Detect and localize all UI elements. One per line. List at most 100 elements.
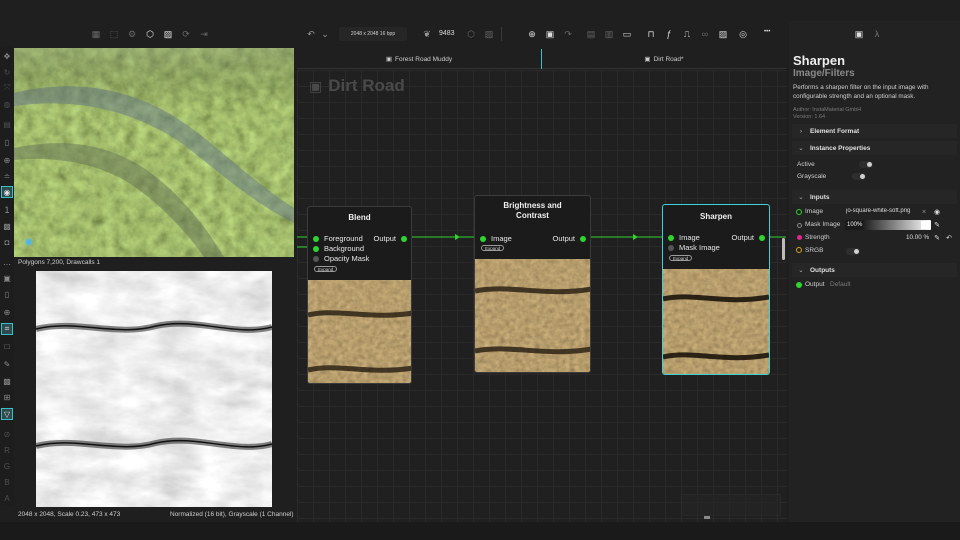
terminal-icon[interactable]: ▭ (621, 28, 633, 40)
sphere-icon[interactable]: ◍ (1, 98, 13, 110)
left-toolbar: ✥ ↻ ⤧ ◍ ▤ ▯ ⊕ ≐ ◉ 1 ▩ ◘ ⋯ ▣ ▯ ⊕ ⌗ □ ✎ ▩ … (0, 46, 14, 506)
triangle-icon[interactable]: ▽ (1, 408, 13, 420)
channel-a[interactable]: A (1, 492, 13, 504)
vertical-scrollbar[interactable] (782, 238, 785, 260)
camera-icon[interactable]: ◘ (1, 236, 13, 248)
reset-icon[interactable]: ↶ (943, 232, 955, 244)
clipboard-icon-2[interactable]: ▯ (1, 288, 13, 300)
viewport-3d[interactable]: ✺ (14, 48, 294, 257)
fx-icon[interactable]: ƒ (663, 28, 675, 40)
more-menu-button[interactable]: ••• (764, 29, 770, 35)
save-icon[interactable]: ▣ (1, 272, 13, 284)
expand-button[interactable]: Expand (481, 245, 505, 251)
grayscale-toggle[interactable] (852, 173, 866, 180)
edit-icon[interactable]: ✎ (931, 232, 943, 244)
graph-icon: ▣ (385, 56, 393, 63)
mask-color-swatch[interactable] (921, 221, 929, 229)
target-icon[interactable]: ⊕ (1, 154, 13, 166)
eye-icon[interactable]: ◉ (931, 206, 943, 218)
node-blend[interactable]: Blend Foreground Background Opacity Mask… (307, 206, 412, 384)
checker-icon-2[interactable]: ▩ (1, 375, 13, 387)
cube-icon[interactable]: ⬡ (144, 28, 156, 40)
lambda-tab-icon[interactable]: λ (871, 28, 883, 40)
mask-value: 100% (847, 222, 863, 228)
select-icon[interactable]: ⌗ (1, 323, 13, 335)
port-output[interactable]: Output (731, 233, 765, 242)
panel-author: Author: InstaMaterial GmbH (793, 107, 862, 113)
port-background[interactable]: Background (313, 244, 364, 253)
image-icon[interactable]: ▨ (162, 28, 174, 40)
document-icon[interactable]: ▤ (585, 28, 597, 40)
add-node-icon[interactable]: ⊕ (526, 28, 538, 40)
checker-icon[interactable]: ▩ (1, 220, 13, 232)
square-icon[interactable]: □ (1, 340, 13, 352)
cube-open-icon[interactable]: ⬚ (108, 28, 120, 40)
section-inputs[interactable]: ⌄ Inputs (792, 190, 957, 204)
link-icon[interactable]: ∞ (699, 28, 711, 40)
section-outputs[interactable]: ⌄ Outputs (792, 263, 957, 277)
refresh-icon[interactable]: ⟳ (180, 28, 192, 40)
properties-tab-icon[interactable]: ▣ (853, 28, 865, 40)
expand-button[interactable]: Expand (314, 266, 338, 272)
port-image[interactable]: Image (668, 233, 700, 242)
port-image[interactable]: Image (480, 234, 512, 243)
channel-b[interactable]: B (1, 476, 13, 488)
image-file-field[interactable]: jo-square-white-soft.png (846, 208, 920, 214)
port-output[interactable]: Output (552, 234, 586, 243)
tab-forest-road-muddy[interactable]: ▣ Forest Road Muddy (297, 49, 541, 69)
port-output[interactable]: Output (373, 234, 407, 243)
film-icon[interactable]: ▦ (90, 28, 102, 40)
waveform-icon[interactable]: ⎍ (681, 28, 693, 40)
eyedropper-icon[interactable]: ✎ (931, 219, 943, 231)
node-graph-canvas[interactable]: ▣ Dirt Road Blend Foreground Background … (297, 70, 786, 522)
gear-icon[interactable]: ⚙ (126, 28, 138, 40)
mask-gradient-field[interactable]: 100% (845, 220, 931, 230)
node-sharpen[interactable]: Sharpen Image Mask Image Output Expand (662, 204, 770, 375)
tab-dirt-road[interactable]: ▣ Dirt Road* (542, 49, 786, 69)
lock-icon[interactable]: ⊓ (645, 28, 657, 40)
channel-g[interactable]: G (1, 460, 13, 472)
grid-icon[interactable]: ⊞ (1, 391, 13, 403)
clipboard-icon[interactable]: ▥ (603, 28, 615, 40)
active-toggle[interactable] (859, 161, 873, 168)
channel-r[interactable]: R (1, 444, 13, 456)
eye-icon[interactable]: ◉ (1, 186, 13, 198)
section-instance-properties[interactable]: ⌄ Instance Properties (792, 141, 957, 155)
layers-icon[interactable]: ▤ (1, 118, 13, 130)
seed-value[interactable]: 9483 (439, 30, 455, 37)
redo-icon[interactable]: ↷ (562, 28, 574, 40)
save-icon[interactable]: ▣ (544, 28, 556, 40)
port-opacity-mask[interactable]: Opacity Mask (313, 254, 369, 263)
node-brightness-contrast[interactable]: Brightness and Contrast Image Output Exp… (474, 195, 591, 373)
more-icon[interactable]: ⋯ (1, 258, 13, 270)
pen-icon[interactable]: ✎ (1, 358, 13, 370)
srgb-toggle[interactable] (846, 248, 860, 255)
export-icon[interactable]: ⇥ (198, 28, 210, 40)
viewport-2d[interactable] (14, 268, 294, 509)
expand-button[interactable]: Expand (669, 255, 693, 261)
lines-icon[interactable]: ≐ (1, 170, 13, 182)
undo-icon[interactable]: ↶ (305, 28, 317, 40)
section-element-format[interactable]: › Element Format (792, 124, 957, 138)
strength-label: Strength (805, 234, 830, 241)
strength-value[interactable]: 10.00 % (906, 234, 929, 241)
rotate-icon[interactable]: ↻ (1, 66, 13, 78)
port-mask-image[interactable]: Mask Image (668, 243, 720, 252)
port-foreground[interactable]: Foreground (313, 234, 363, 243)
clear-icon[interactable]: × (918, 206, 930, 218)
image-icon[interactable]: ▨ (483, 28, 495, 40)
lock-icon[interactable]: ⊘ (1, 428, 13, 440)
target-icon-2[interactable]: ⊕ (1, 306, 13, 318)
picture-icon[interactable]: ▨ (717, 28, 729, 40)
resolution-select[interactable]: 2048 x 2048 16 bpp (339, 27, 407, 41)
move-icon[interactable]: ✥ (1, 50, 13, 62)
clipboard-icon[interactable]: ▯ (1, 136, 13, 148)
strength-dot (797, 235, 802, 240)
channel-number[interactable]: 1 (1, 204, 13, 216)
scale-icon[interactable]: ⤧ (1, 82, 13, 94)
chevron-down-icon[interactable]: ⌄ (319, 28, 331, 40)
globe-icon[interactable]: ◎ (737, 28, 749, 40)
graph-minimap[interactable] (681, 494, 781, 516)
cube-icon[interactable]: ⬡ (465, 28, 477, 40)
axis-gizmo-icon[interactable]: ✺ (24, 236, 33, 249)
